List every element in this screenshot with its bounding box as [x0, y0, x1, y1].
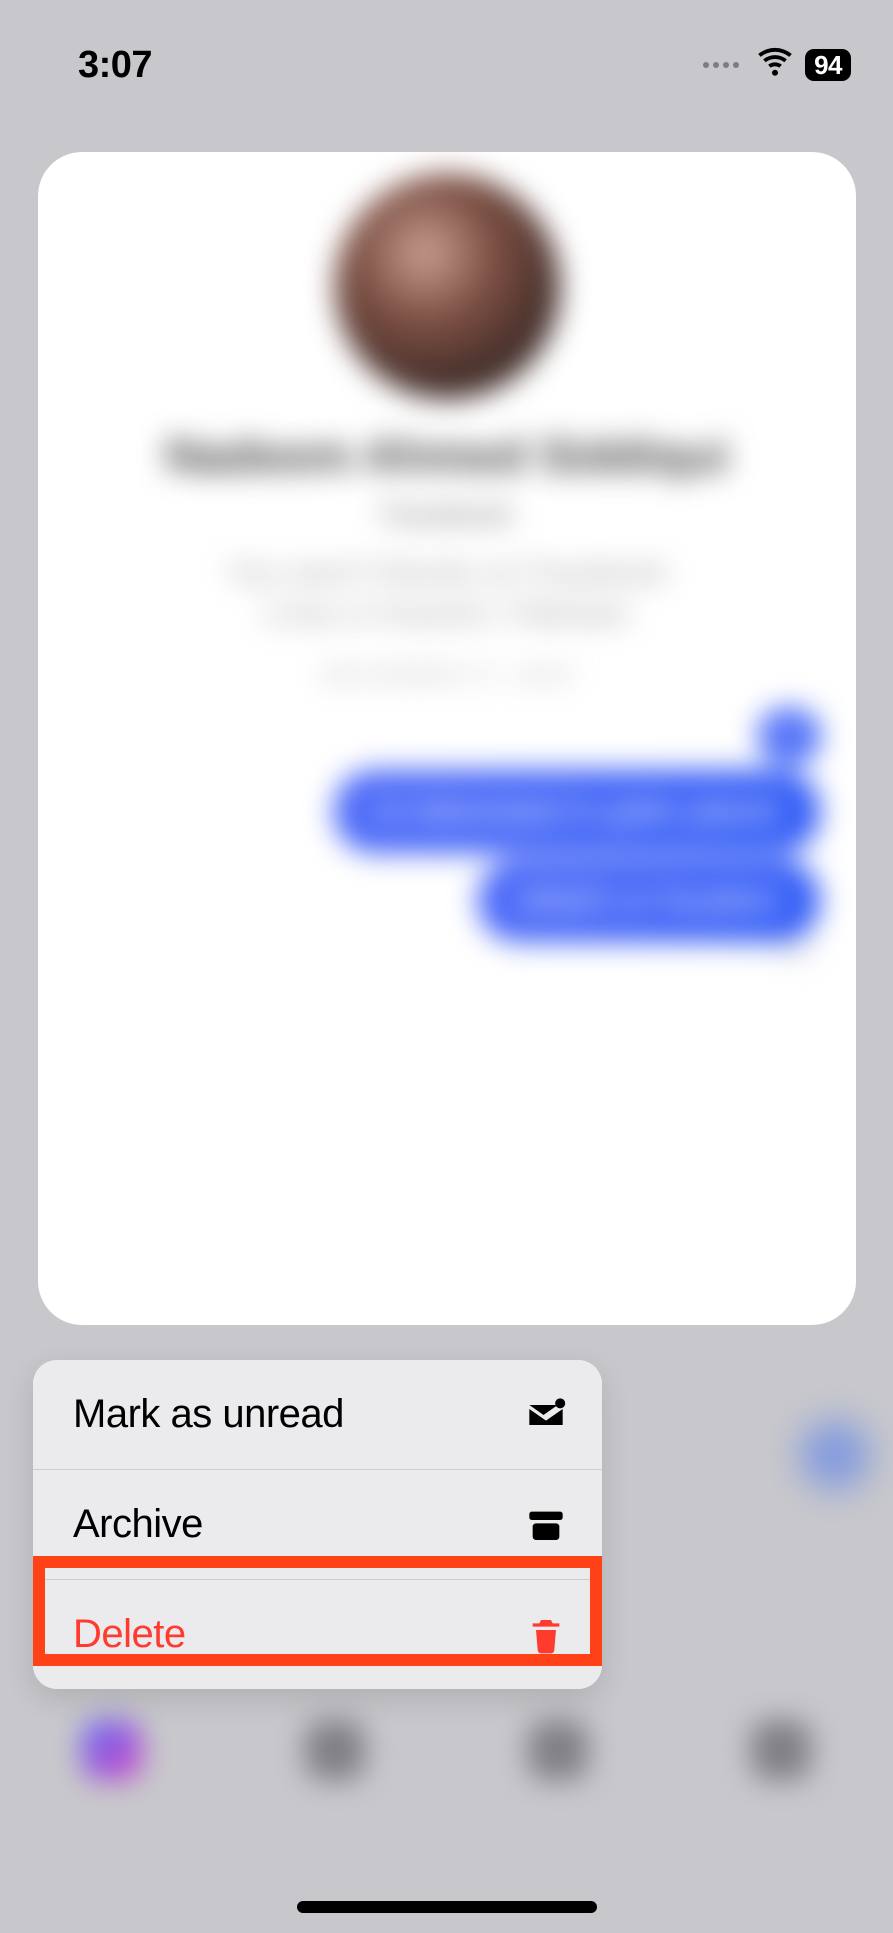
info-line-1: You aren't friends on Facebook: [38, 554, 856, 591]
message-bubbles: hi m interested in palm plants what's ur…: [38, 708, 856, 942]
battery-badge: 94: [805, 49, 851, 82]
home-indicator[interactable]: [297, 1901, 597, 1913]
avatar: [335, 174, 560, 399]
archive-box-icon: [526, 1505, 566, 1545]
date-stamp: DECEMBER 27, 2023: [38, 662, 856, 690]
envelope-dot-icon: [526, 1395, 566, 1435]
info-line-2: Lives in Karachi, Pakistan: [38, 595, 856, 632]
status-bar: 3:07 94: [0, 0, 893, 100]
status-time: 3:07: [78, 44, 152, 87]
delete-item[interactable]: Delete: [33, 1579, 602, 1689]
platform-label: Facebook: [38, 498, 856, 532]
wifi-icon: [757, 42, 793, 88]
sent-indicator: Sent: [38, 942, 856, 965]
tab-bar: [0, 1720, 893, 1780]
cellular-dots-icon: [703, 62, 739, 68]
trash-icon: [526, 1615, 566, 1655]
menu-label: Archive: [73, 1502, 203, 1547]
archive-item[interactable]: Archive: [33, 1469, 602, 1579]
contact-name: Nadeem Ahmed Siddiqui: [38, 429, 856, 484]
status-right: 94: [703, 42, 851, 88]
sent-message: what's ur location: [478, 859, 820, 942]
context-menu: Mark as unread Archive Delete: [33, 1360, 602, 1689]
mark-unread-item[interactable]: Mark as unread: [33, 1360, 602, 1469]
sent-message: m interested in palm plants: [334, 770, 820, 853]
menu-label: Delete: [73, 1612, 186, 1657]
menu-label: Mark as unread: [73, 1392, 344, 1437]
sent-message: hi: [758, 708, 820, 764]
chat-preview-card[interactable]: Nadeem Ahmed Siddiqui Facebook You aren'…: [38, 152, 856, 1325]
